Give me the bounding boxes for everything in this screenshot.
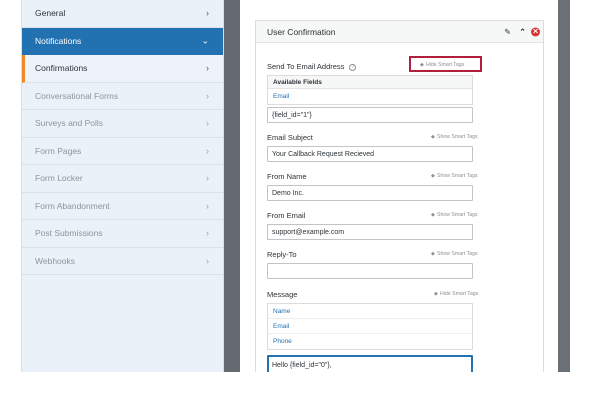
chevron-right-icon: › [206, 8, 209, 19]
smart-tags-label: Hide Smart Tags [440, 291, 479, 297]
sidebar-item-form-locker[interactable]: Form Locker › [22, 165, 223, 193]
chevron-right-icon: › [206, 90, 209, 101]
sidebar-item-label: General [35, 8, 66, 19]
send-to-input[interactable]: {field_id="1"} [267, 107, 473, 123]
from-email-input[interactable]: support@example.com [267, 224, 473, 240]
show-smart-tags-link[interactable]: ◆ Show Smart Tags [431, 212, 478, 218]
send-to-label-text: Send To Email Address [267, 62, 345, 71]
settings-screen: General › Notifications ⌄ Confirmations … [0, 0, 593, 405]
sidebar-item-label: Conversational Forms [35, 90, 119, 101]
sidebar-item-label: Surveys and Polls [35, 118, 104, 129]
hide-smart-tags-link[interactable]: ◆ Hide Smart Tags [434, 291, 478, 297]
smart-tags-label: Hide Smart Tags [426, 62, 465, 68]
sidebar-item-notifications[interactable]: Notifications ⌄ [22, 27, 223, 55]
sidebar-item-label: Form Locker [35, 173, 83, 184]
sidebar-item-label: Post Submissions [35, 228, 103, 239]
sidebar-item-form-pages[interactable]: Form Pages › [22, 138, 223, 165]
left-gutter [224, 0, 240, 372]
tag-icon: ◆ [434, 291, 438, 297]
sidebar-item-form-abandonment[interactable]: Form Abandonment › [22, 193, 223, 220]
tag-icon: ◆ [431, 134, 435, 140]
chevron-right-icon: › [206, 145, 209, 156]
email-subject-label: Email Subject [267, 133, 313, 142]
right-gutter [558, 0, 570, 372]
from-name-input[interactable]: Demo Inc. [267, 185, 473, 201]
sidebar-item-webhooks[interactable]: Webhooks › [22, 248, 223, 275]
main-content: User Confirmation ✎ ⌃ ✕ Send To Email Ad… [240, 0, 558, 372]
chevron-right-icon: › [206, 200, 209, 211]
reply-to-input[interactable] [267, 263, 473, 279]
chevron-right-icon: › [206, 118, 209, 129]
sidebar-item-label: Notifications [35, 35, 82, 46]
chevron-up-icon[interactable]: ⌃ [519, 27, 526, 36]
send-to-label: Send To Email Address? [267, 62, 357, 71]
list-item[interactable]: Email [268, 319, 472, 334]
tag-icon: ◆ [431, 212, 435, 218]
available-fields-header: Available Fields [268, 76, 472, 89]
show-smart-tags-link[interactable]: ◆ Show Smart Tags [431, 173, 478, 179]
panel-header[interactable]: User Confirmation ✎ ⌃ ✕ [256, 21, 543, 43]
sidebar-item-label: Form Abandonment [35, 200, 110, 211]
sidebar-item-label: Confirmations [35, 63, 88, 74]
user-confirmation-panel: User Confirmation ✎ ⌃ ✕ Send To Email Ad… [255, 20, 544, 372]
sidebar-item-general[interactable]: General › [22, 0, 223, 28]
from-email-label: From Email [267, 211, 306, 220]
help-icon[interactable]: ? [349, 63, 357, 71]
sidebar-item-label: Webhooks [35, 255, 76, 266]
message-smart-tags-list: Name Email Phone [267, 303, 473, 350]
show-smart-tags-link[interactable]: ◆ Show Smart Tags [431, 251, 478, 257]
smart-tags-label: Show Smart Tags [437, 134, 478, 140]
chevron-right-icon: › [206, 228, 209, 239]
smart-tags-label: Show Smart Tags [437, 173, 478, 179]
sidebar-item-conversational-forms[interactable]: Conversational Forms › [22, 83, 223, 110]
message-textarea[interactable]: Hello {field_id="0"}, [267, 355, 473, 372]
message-label: Message [267, 290, 298, 299]
chevron-down-icon: ⌄ [201, 35, 209, 46]
available-fields-list: Available Fields Email [267, 75, 473, 105]
smart-tags-label: Show Smart Tags [437, 251, 478, 257]
settings-sidebar: General › Notifications ⌄ Confirmations … [21, 0, 224, 372]
sidebar-item-post-submissions[interactable]: Post Submissions › [22, 220, 223, 248]
reply-to-label: Reply-To [267, 250, 297, 259]
sidebar-item-surveys-and-polls[interactable]: Surveys and Polls › [22, 110, 223, 138]
sidebar-item-label: Form Pages [35, 145, 82, 156]
from-name-label: From Name [267, 172, 307, 181]
chevron-right-icon: › [206, 173, 209, 184]
tag-icon: ◆ [431, 173, 435, 179]
email-subject-input[interactable]: Your Callback Request Recieved [267, 146, 473, 162]
close-icon[interactable]: ✕ [531, 27, 540, 36]
tag-icon: ◆ [420, 62, 424, 68]
hide-smart-tags-link[interactable]: ◆ Hide Smart Tags [420, 62, 464, 68]
sidebar-item-confirmations[interactable]: Confirmations › [22, 55, 223, 83]
chevron-right-icon: › [206, 255, 209, 266]
pencil-icon[interactable]: ✎ [504, 27, 511, 36]
chevron-right-icon: › [206, 63, 209, 74]
tag-icon: ◆ [431, 251, 435, 257]
list-item[interactable]: Email [268, 89, 472, 104]
smart-tags-label: Show Smart Tags [437, 212, 478, 218]
panel-title: User Confirmation [267, 26, 336, 37]
show-smart-tags-link[interactable]: ◆ Show Smart Tags [431, 134, 478, 140]
list-item[interactable]: Name [268, 304, 472, 319]
list-item[interactable]: Phone [268, 334, 472, 349]
